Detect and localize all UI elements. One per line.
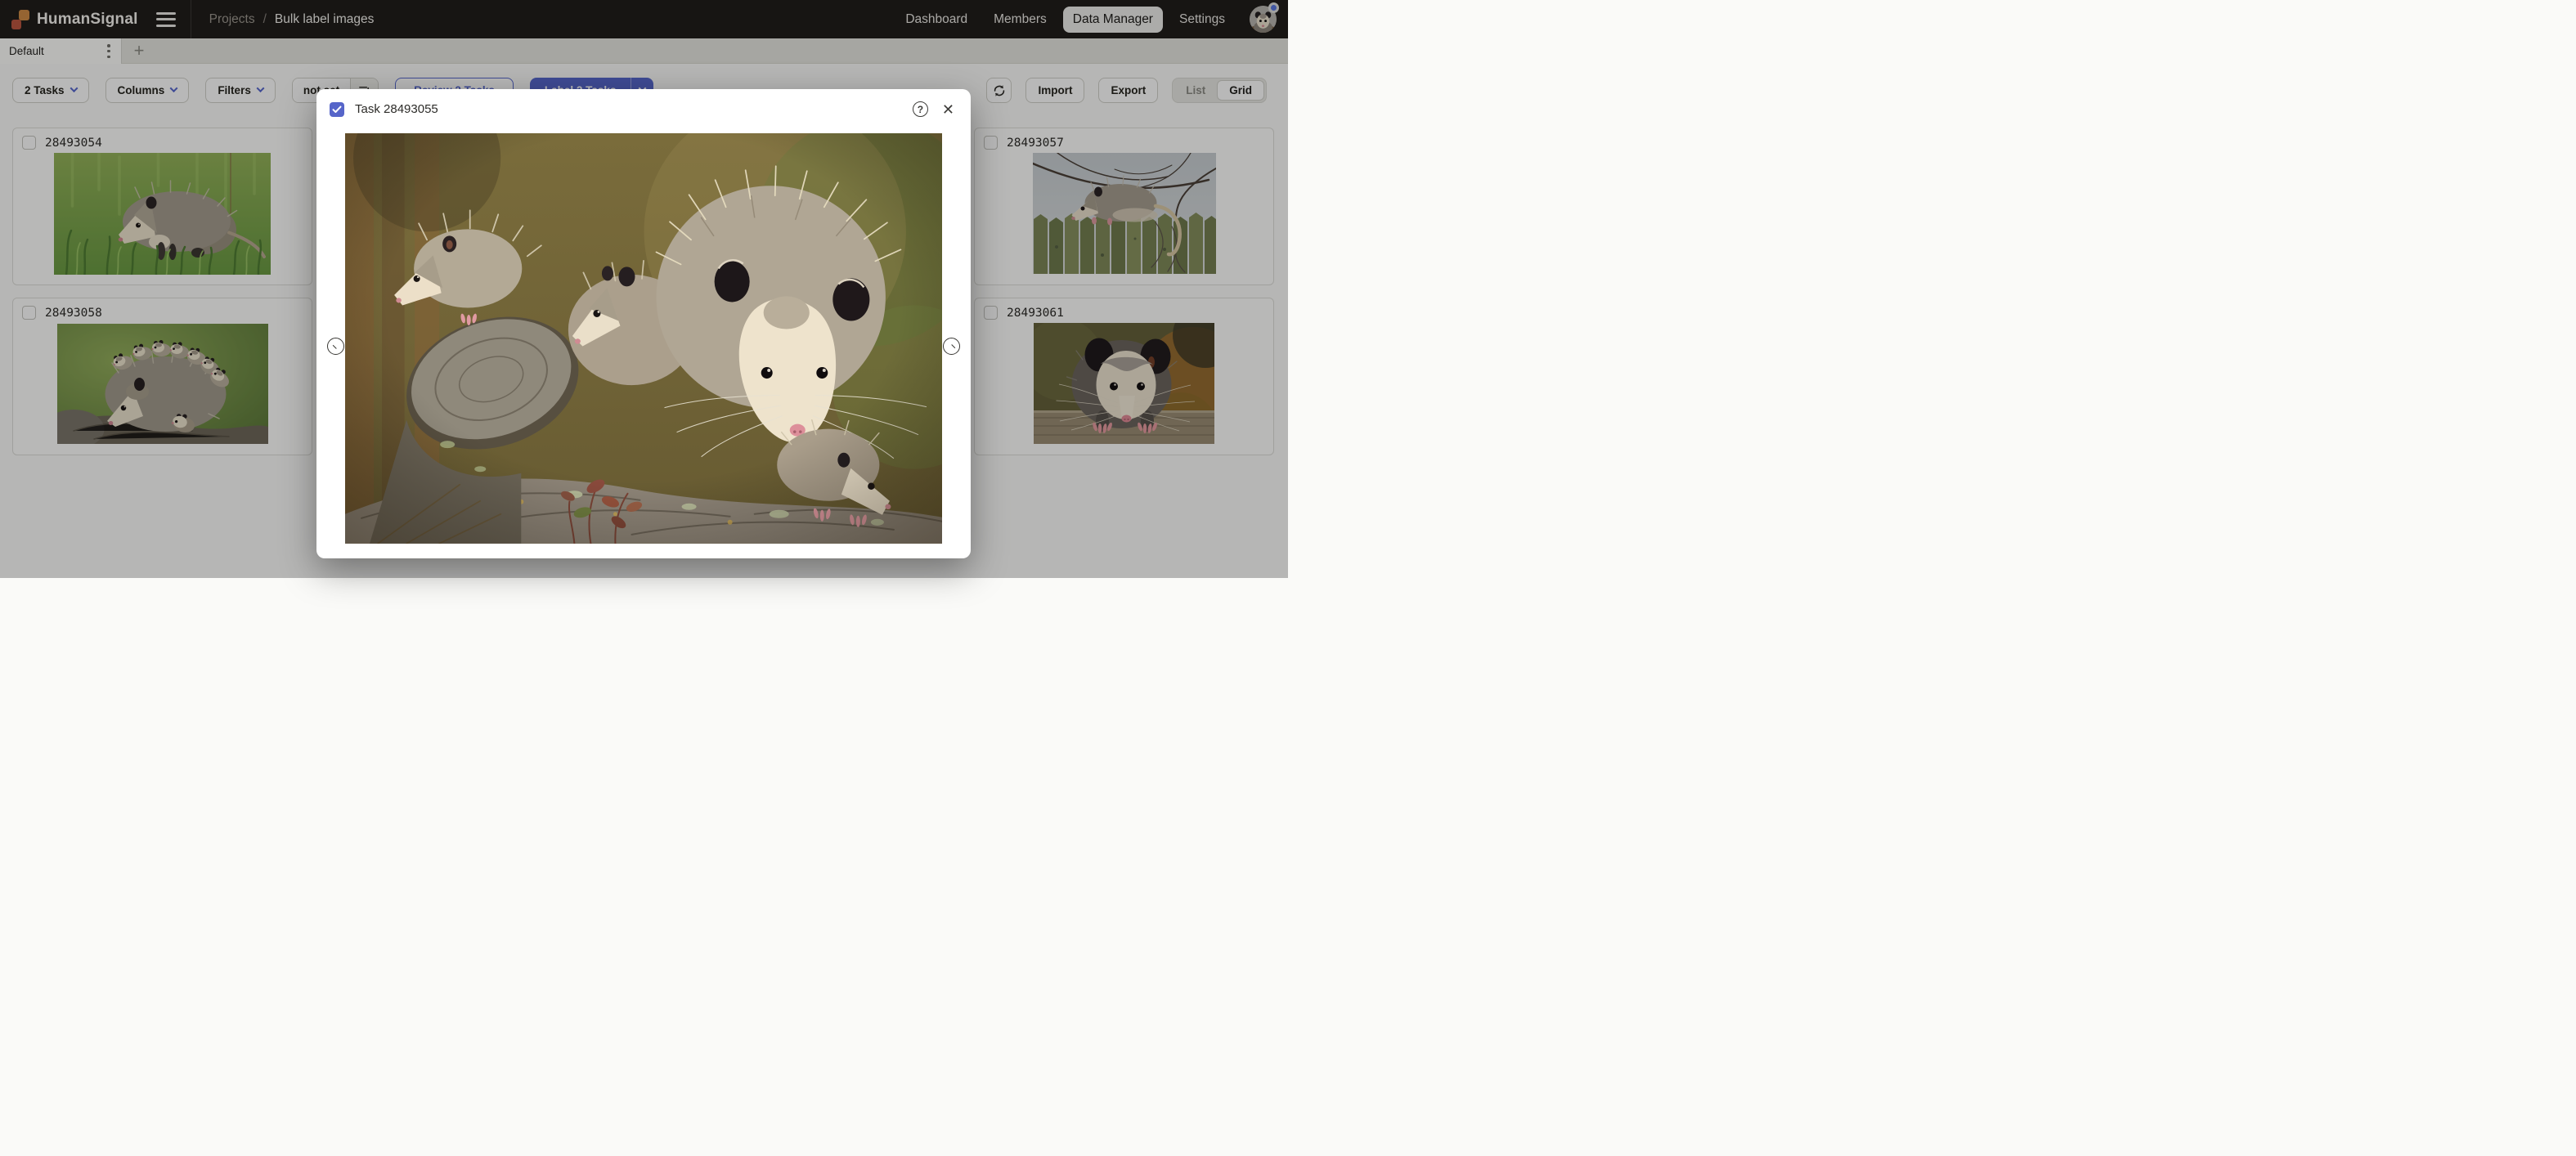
- chevron-right-icon: [948, 344, 954, 351]
- close-icon[interactable]: ✕: [942, 102, 954, 117]
- modal-title: Task 28493055: [355, 102, 438, 116]
- task-preview-image: [345, 133, 942, 544]
- chevron-left-icon: [332, 342, 339, 348]
- opossum-log-family-art: [345, 133, 942, 544]
- previous-task-arrow[interactable]: [327, 338, 344, 355]
- task-preview-modal: Task 28493055 ? ✕: [316, 89, 971, 558]
- modal-header: Task 28493055 ? ✕: [316, 89, 971, 117]
- task-checkbox-checked[interactable]: [330, 102, 344, 117]
- checkmark-icon: [332, 105, 342, 114]
- help-icon[interactable]: ?: [913, 101, 928, 117]
- next-task-arrow[interactable]: [943, 338, 960, 355]
